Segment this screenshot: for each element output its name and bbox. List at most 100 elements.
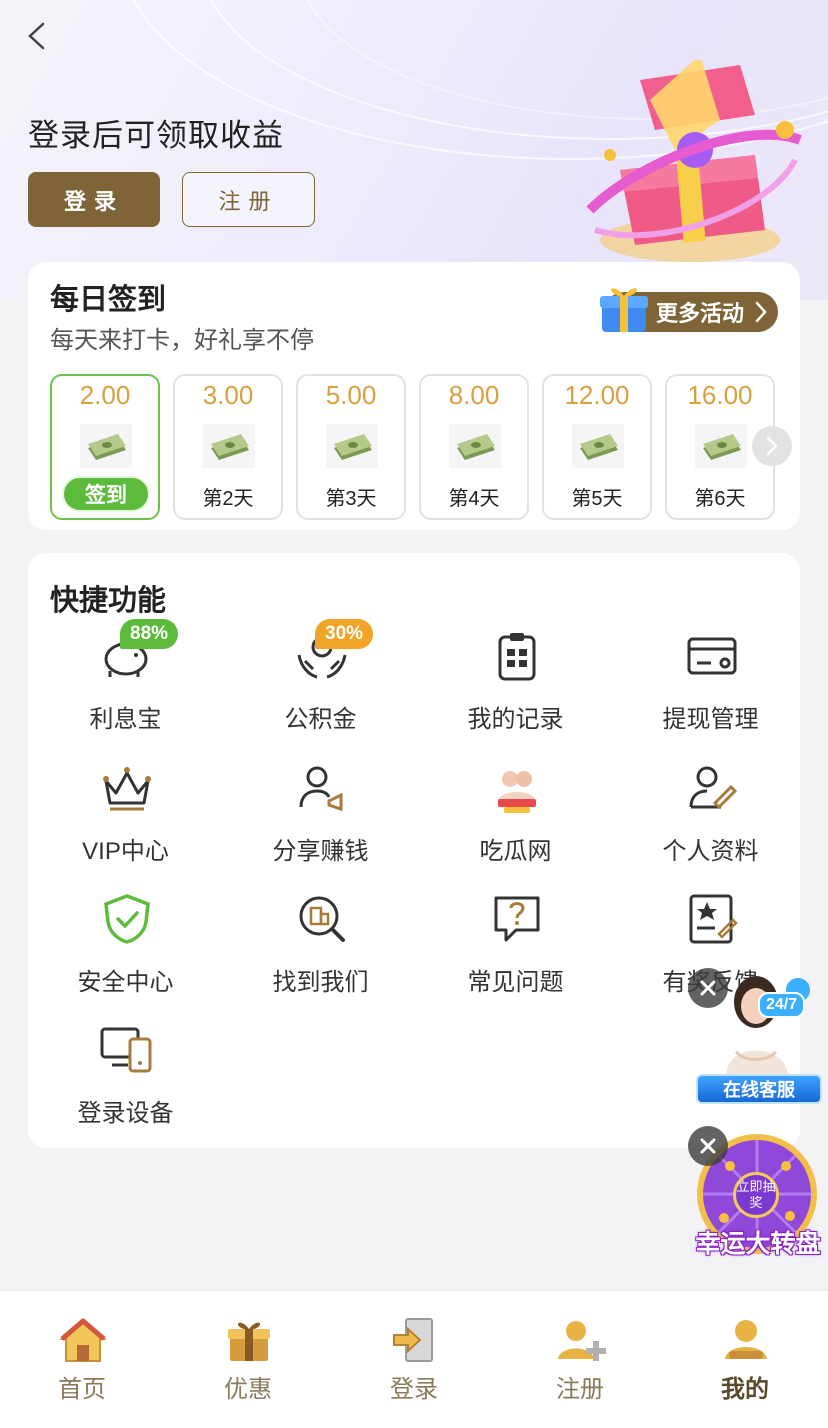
- tab-login[interactable]: 登录: [354, 1311, 474, 1403]
- chevron-left-icon: [28, 22, 45, 50]
- user-edit-icon: [689, 766, 738, 810]
- gift-box-illustration: [586, 60, 802, 262]
- login-prompt-title: 登录后可领取收益: [28, 118, 284, 153]
- star-form-icon: [689, 894, 738, 944]
- cash-stack-icon: [80, 424, 132, 468]
- lucky-wheel-float[interactable]: 立即抽奖 幸运大转盘: [688, 1126, 828, 1266]
- card-settings-icon: [687, 637, 737, 675]
- checkin-scroll-next-button[interactable]: [752, 426, 792, 466]
- reward-amount: 3.00: [202, 380, 254, 410]
- close-icon: [700, 1138, 716, 1154]
- quick-item-label: 分享赚钱: [272, 838, 369, 865]
- day-label: 第3天: [325, 488, 377, 510]
- day-label: 第4天: [448, 488, 500, 510]
- quick-item-faq[interactable]: 常见问题: [418, 882, 613, 1002]
- cash-stack-icon: [695, 424, 747, 468]
- login-button[interactable]: 登录: [28, 172, 160, 227]
- home-icon: [59, 1318, 107, 1362]
- more-activities-button[interactable]: 更多活动: [600, 288, 778, 332]
- quick-item-find-us[interactable]: 找到我们: [223, 882, 418, 1002]
- chevron-right-icon: [766, 436, 778, 456]
- day-label: 第5天: [571, 488, 623, 510]
- quick-functions-card: 快捷功能 88% 利息宝 30% 公积金 我的记录 提现管理 VIP中心 分享赚…: [28, 553, 800, 1148]
- quick-functions-title: 快捷功能: [50, 585, 167, 617]
- tab-label: 首页: [58, 1376, 106, 1403]
- online-service-float[interactable]: 24/7 在线客服: [688, 968, 828, 1108]
- promo-thumbnail-icon: [498, 771, 536, 813]
- user-icon: [725, 1320, 767, 1359]
- bottom-tab-bar: 首页 优惠 登录 注册 我的: [0, 1290, 828, 1428]
- cash-stack-icon: [572, 424, 624, 468]
- checkin-day-3[interactable]: 5.00 第3天: [296, 374, 406, 520]
- back-button[interactable]: [20, 18, 52, 54]
- user-add-icon: [558, 1321, 606, 1361]
- reward-amount: 5.00: [325, 380, 377, 410]
- reward-amount: 12.00: [564, 380, 630, 410]
- quick-item-label: VIP中心: [82, 838, 169, 865]
- quick-item-label: 安全中心: [77, 969, 174, 996]
- checkin-subtitle: 每天来打卡，好礼享不停: [50, 327, 314, 354]
- chevron-right-icon: [755, 301, 767, 323]
- day-label: 第2天: [202, 488, 254, 510]
- checkin-sign-button[interactable]: 签到: [62, 476, 150, 512]
- checkin-days-row: 2.00 签到 3.00 第2天 5.00 第3天 8.00 第4天 12.00…: [50, 374, 800, 520]
- tab-label: 注册: [556, 1376, 604, 1403]
- quick-item-interest-treasure[interactable]: 88% 利息宝: [28, 619, 223, 739]
- gift-icon: [600, 288, 648, 332]
- quick-item-provident-fund[interactable]: 30% 公积金: [223, 619, 418, 739]
- rate-badge: 88%: [120, 619, 179, 649]
- quick-item-label: 找到我们: [272, 969, 369, 996]
- day-label: 第6天: [694, 488, 746, 510]
- more-activities-label: 更多活动: [656, 301, 745, 326]
- quick-item-label: 我的记录: [467, 706, 564, 733]
- crown-icon: [103, 767, 151, 811]
- tab-label: 我的: [721, 1376, 769, 1403]
- quick-item-login-devices[interactable]: 登录设备: [28, 1013, 223, 1133]
- cash-stack-icon: [203, 424, 255, 468]
- rate-badge: 30%: [315, 619, 374, 649]
- quick-item-label: 吃瓜网: [479, 838, 552, 865]
- register-button[interactable]: 注册: [182, 172, 315, 227]
- close-service-button[interactable]: [688, 968, 728, 1008]
- quick-item-share-earn[interactable]: 分享赚钱: [223, 751, 418, 871]
- reward-amount: 2.00: [79, 380, 131, 410]
- quick-item-label: 公积金: [284, 706, 357, 733]
- user-megaphone-icon: [299, 766, 343, 812]
- tab-label: 优惠: [224, 1376, 272, 1403]
- tab-promotions[interactable]: 优惠: [188, 1311, 308, 1403]
- checkin-day-1[interactable]: 2.00 签到: [50, 374, 160, 520]
- tab-register[interactable]: 注册: [520, 1311, 640, 1403]
- wheel-draw-button[interactable]: 立即抽奖: [733, 1172, 779, 1218]
- close-icon: [700, 980, 716, 996]
- quick-item-label: 个人资料: [662, 838, 759, 865]
- lucky-wheel-label: 幸运大转盘: [695, 1230, 821, 1258]
- checkin-day-4[interactable]: 8.00 第4天: [419, 374, 529, 520]
- quick-item-label: 登录设备: [77, 1100, 174, 1127]
- shield-check-icon: [104, 894, 150, 944]
- quick-item-my-records[interactable]: 我的记录: [418, 619, 613, 739]
- quick-item-gossip-site[interactable]: 吃瓜网: [418, 751, 613, 871]
- quick-item-profile[interactable]: 个人资料: [613, 751, 808, 871]
- checkin-day-2[interactable]: 3.00 第2天: [173, 374, 283, 520]
- login-door-icon: [393, 1318, 433, 1362]
- tab-label: 登录: [390, 1376, 438, 1403]
- cash-stack-icon: [449, 424, 501, 468]
- cash-stack-icon: [326, 424, 378, 468]
- tab-home[interactable]: 首页: [22, 1311, 142, 1403]
- search-building-icon: [299, 896, 345, 942]
- close-wheel-button[interactable]: [688, 1126, 728, 1166]
- clipboard-icon: [498, 633, 536, 681]
- quick-item-security-center[interactable]: 安全中心: [28, 882, 223, 1002]
- quick-item-label: 利息宝: [89, 706, 162, 733]
- online-service-label: 在线客服: [696, 1074, 822, 1104]
- devices-icon: [100, 1027, 152, 1073]
- quick-item-withdraw-management[interactable]: 提现管理: [613, 619, 808, 739]
- daily-checkin-card: 每日签到 每天来打卡，好礼享不停 更多活动 2.00 签到 3.00 第2天 5…: [28, 262, 800, 530]
- question-bubble-icon: [494, 896, 540, 942]
- quick-item-vip-center[interactable]: VIP中心: [28, 751, 223, 871]
- gift-icon: [228, 1322, 270, 1361]
- reward-amount: 16.00: [687, 380, 753, 410]
- checkin-day-5[interactable]: 12.00 第5天: [542, 374, 652, 520]
- tab-mine[interactable]: 我的: [685, 1311, 805, 1403]
- quick-item-label: 提现管理: [662, 706, 759, 733]
